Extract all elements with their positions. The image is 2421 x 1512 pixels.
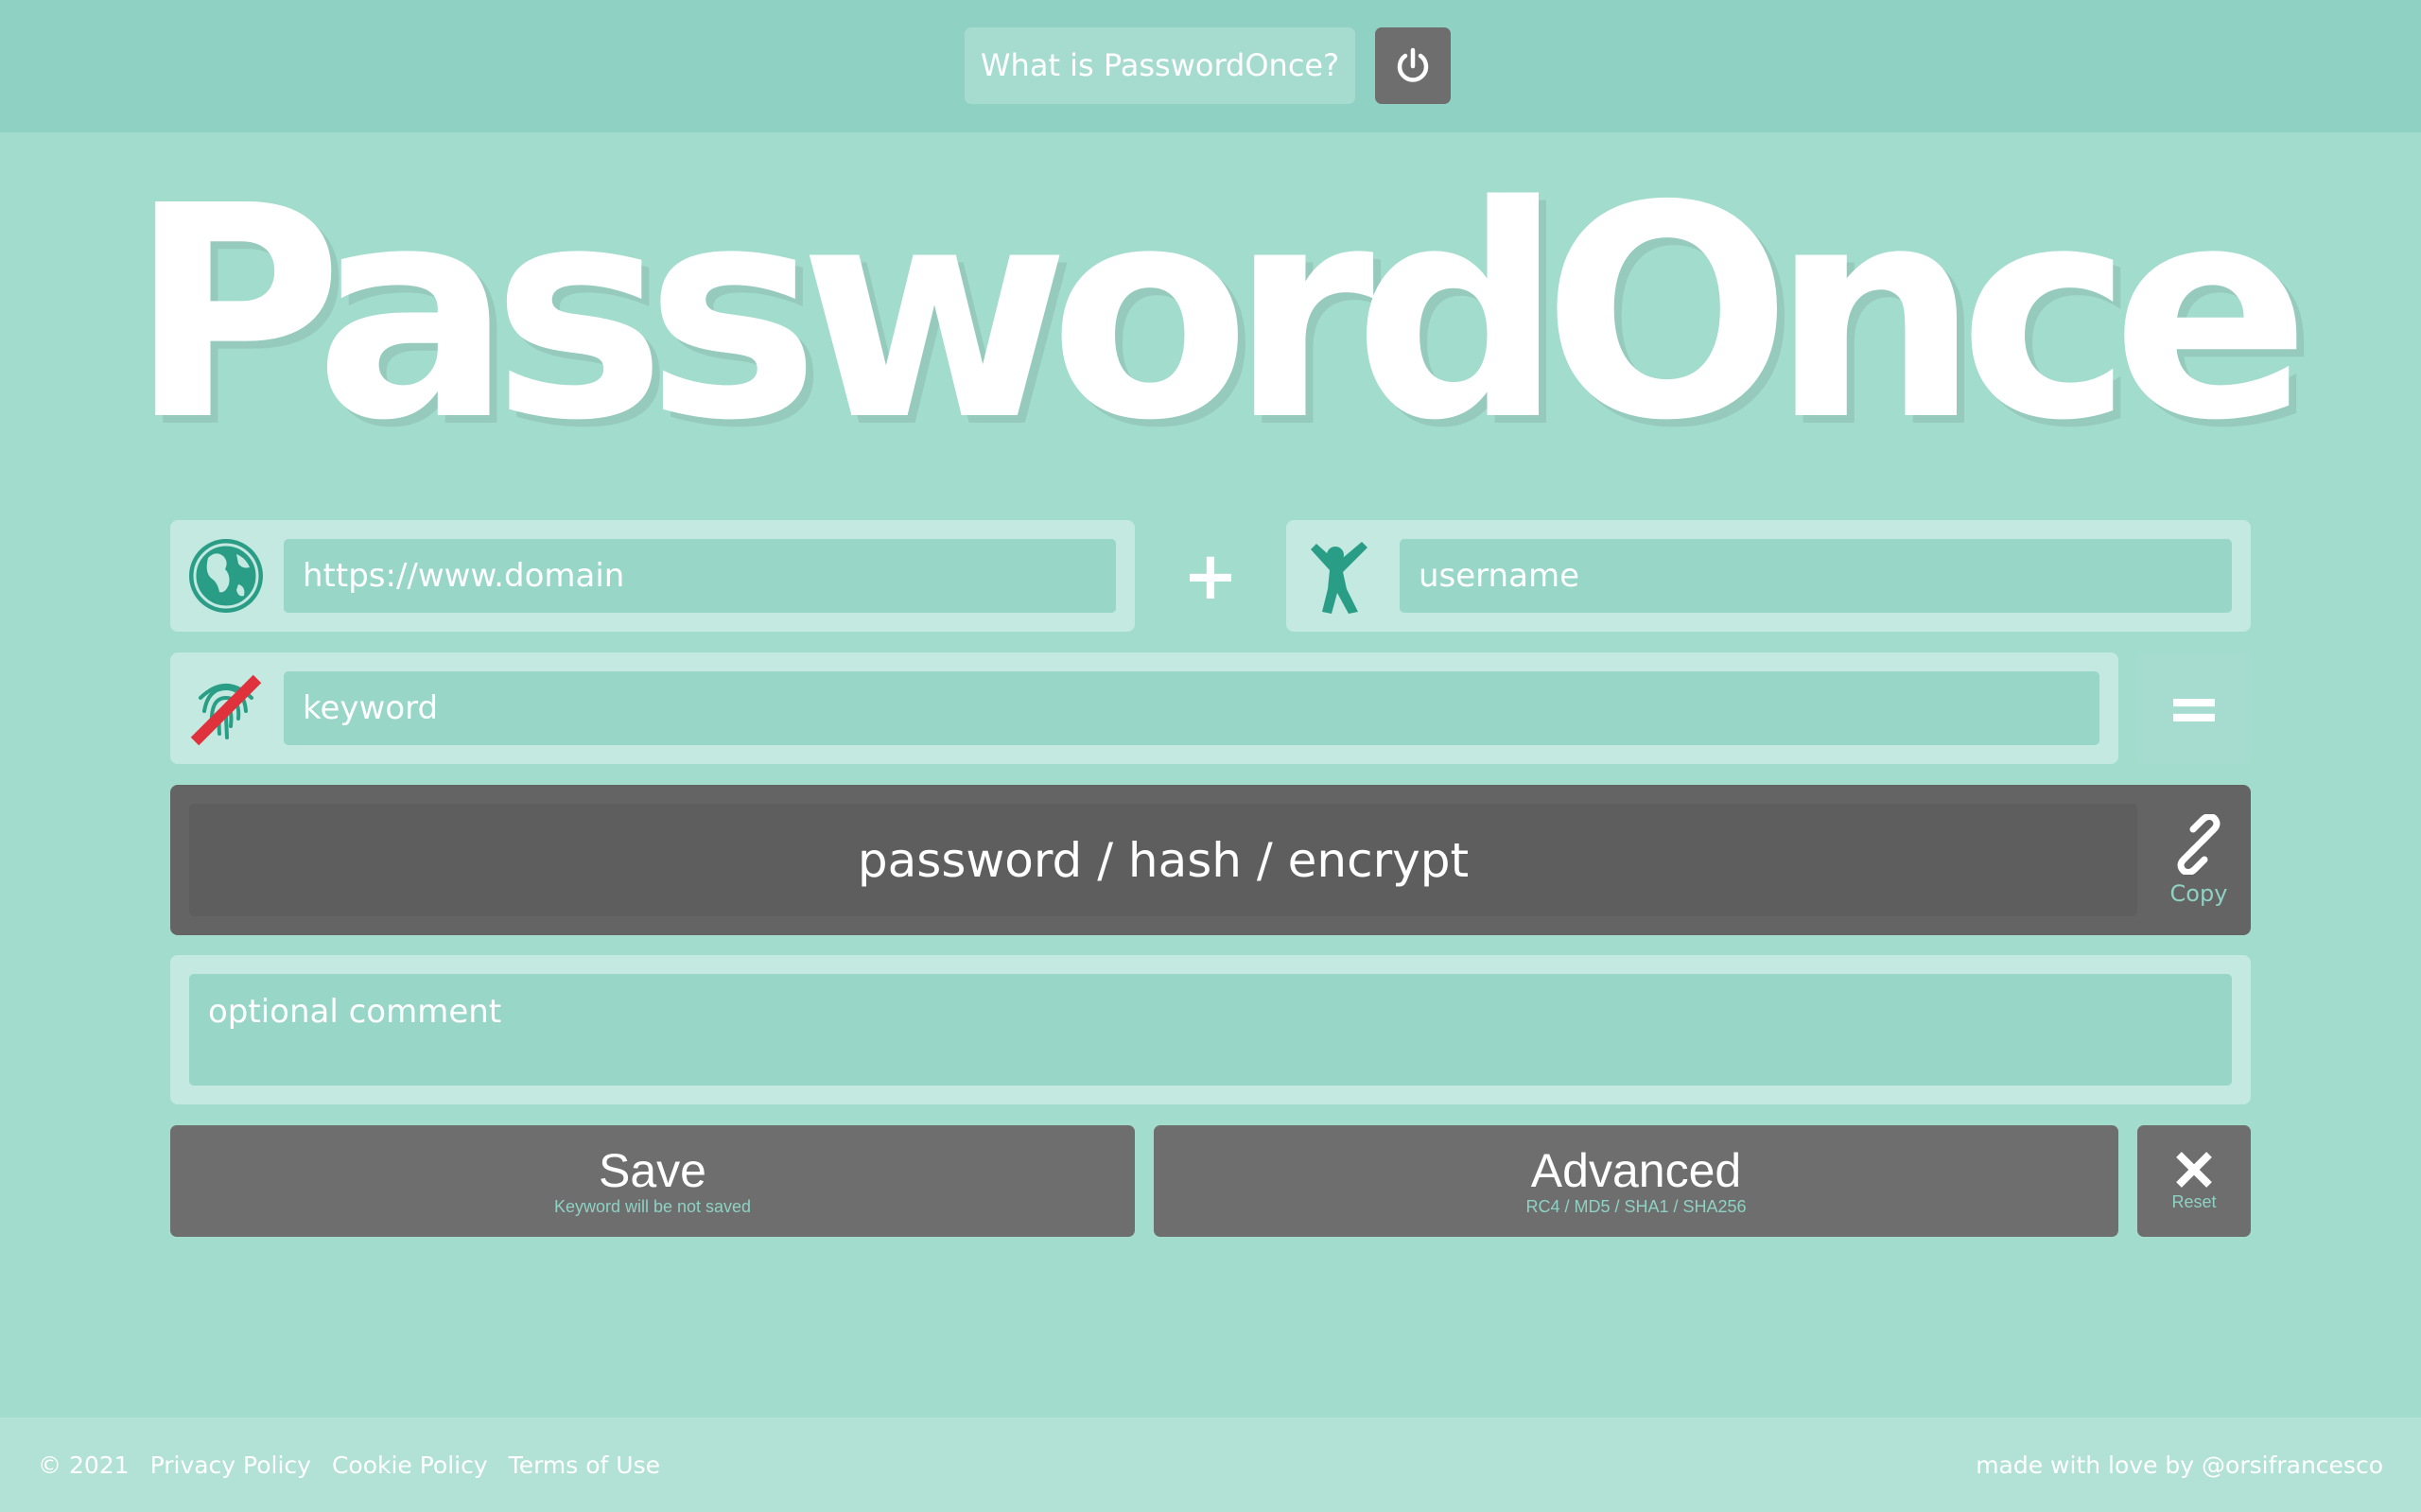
reset-button[interactable]: Reset bbox=[2137, 1125, 2251, 1237]
plus-sign: + bbox=[1182, 537, 1239, 615]
keyword-panel: keyword bbox=[170, 652, 2118, 764]
equals-sign: = bbox=[2166, 669, 2222, 747]
copy-label: Copy bbox=[2169, 879, 2228, 907]
comment-panel: optional comment bbox=[170, 955, 2251, 1104]
top-bar: What is PasswordOnce? bbox=[0, 0, 2421, 132]
close-icon bbox=[2176, 1151, 2212, 1188]
comment-input[interactable]: optional comment bbox=[189, 974, 2232, 1086]
globe-icon bbox=[185, 535, 267, 617]
footer: © 2021 Privacy Policy Cookie Policy Term… bbox=[0, 1417, 2421, 1512]
save-sublabel: Keyword will be not saved bbox=[553, 1196, 752, 1216]
copy-button[interactable]: Copy bbox=[2147, 785, 2251, 935]
copyright: © 2021 bbox=[38, 1451, 130, 1479]
save-button[interactable]: Save Keyword will be not saved bbox=[170, 1125, 1135, 1237]
username-input[interactable]: username bbox=[1400, 539, 2232, 613]
power-icon bbox=[1397, 47, 1429, 82]
user-dab-icon bbox=[1301, 535, 1383, 617]
username-panel: username bbox=[1286, 520, 2251, 632]
advanced-sublabel: RC4 / MD5 / SHA1 / SHA256 bbox=[1525, 1196, 1747, 1216]
equals-box: = bbox=[2137, 652, 2251, 764]
output-panel: password / hash / encrypt Copy bbox=[170, 785, 2251, 935]
cookie-policy-link[interactable]: Cookie Policy bbox=[332, 1451, 488, 1479]
privacy-policy-link[interactable]: Privacy Policy bbox=[150, 1451, 311, 1479]
reset-label: Reset bbox=[2171, 1191, 2217, 1211]
output-field[interactable]: password / hash / encrypt bbox=[189, 804, 2137, 916]
advanced-label: Advanced bbox=[1530, 1143, 1742, 1197]
credit-link[interactable]: made with love by @orsifrancesco bbox=[1976, 1451, 2383, 1479]
fingerprint-off-icon bbox=[185, 668, 267, 749]
advanced-button[interactable]: Advanced RC4 / MD5 / SHA1 / SHA256 bbox=[1154, 1125, 2118, 1237]
save-label: Save bbox=[599, 1143, 706, 1197]
link-icon bbox=[2177, 813, 2221, 875]
what-is-button[interactable]: What is PasswordOnce? bbox=[965, 27, 1355, 104]
power-button[interactable] bbox=[1375, 27, 1451, 104]
domain-panel: https://www.domain bbox=[170, 520, 1135, 632]
terms-of-use-link[interactable]: Terms of Use bbox=[509, 1451, 660, 1479]
keyword-input[interactable]: keyword bbox=[284, 671, 2099, 745]
logo: PasswordOnce bbox=[128, 144, 2310, 485]
domain-input[interactable]: https://www.domain bbox=[284, 539, 1116, 613]
